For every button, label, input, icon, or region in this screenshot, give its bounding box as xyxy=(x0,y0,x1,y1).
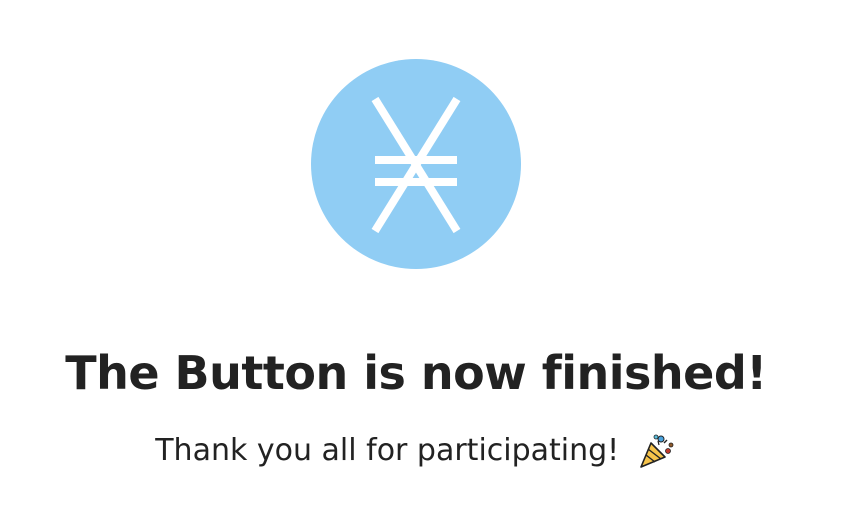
subtitle-row: Thank you all for participating! xyxy=(0,428,832,473)
subtitle: Thank you all for participating! xyxy=(155,432,620,468)
party-popper-icon xyxy=(639,434,674,468)
page-title: The Button is now finished! xyxy=(65,346,767,400)
finished-page: The Button is now finished! Thank you al… xyxy=(0,0,852,523)
partially-visible-text-line xyxy=(150,516,630,523)
logo xyxy=(311,59,521,269)
logo-x-icon xyxy=(371,96,461,234)
